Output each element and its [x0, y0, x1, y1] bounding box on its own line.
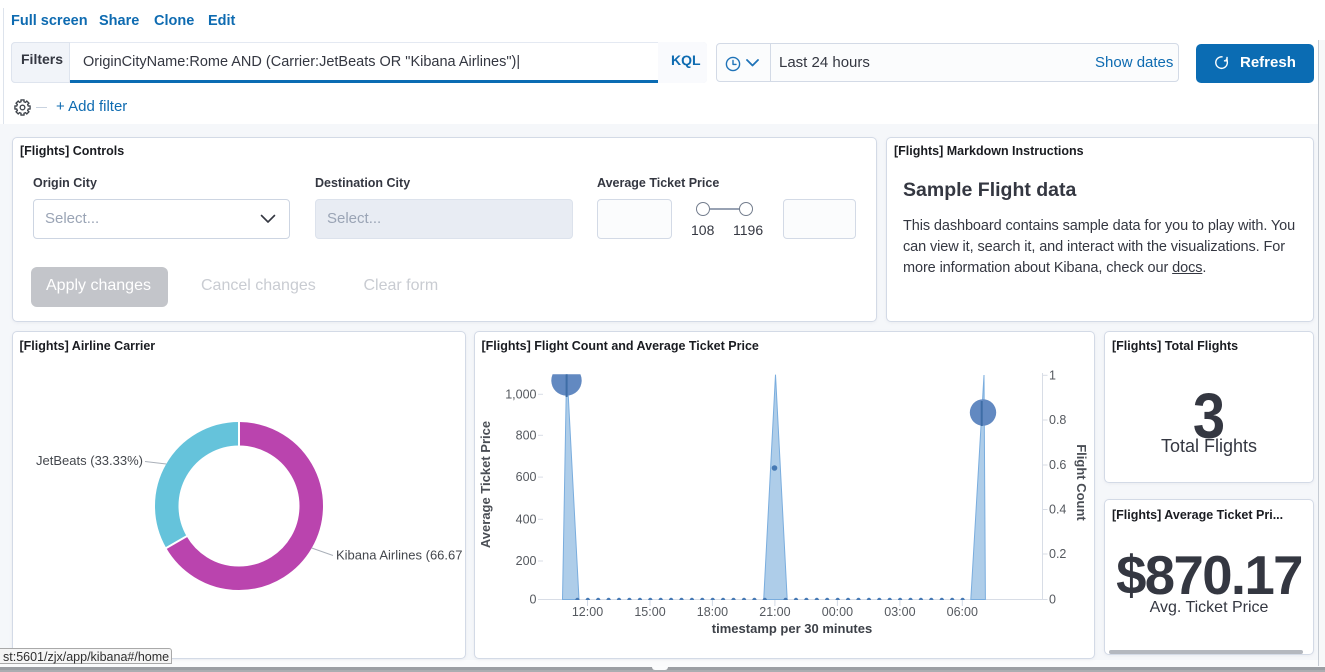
svg-text:0.2: 0.2 — [1049, 547, 1066, 561]
svg-text:600: 600 — [516, 470, 537, 484]
svg-text:Kibana Airlines (66.67: Kibana Airlines (66.67 — [336, 548, 462, 563]
svg-text:timestamp per 30 minutes: timestamp per 30 minutes — [712, 621, 872, 636]
svg-text:Average Ticket Price: Average Ticket Price — [478, 421, 493, 548]
svg-text:400: 400 — [516, 512, 537, 526]
svg-text:12:00: 12:00 — [572, 605, 603, 619]
svg-text:0.6: 0.6 — [1049, 458, 1066, 472]
svg-text:0: 0 — [530, 593, 537, 607]
svg-text:0: 0 — [1049, 593, 1056, 607]
svg-text:00:00: 00:00 — [822, 605, 853, 619]
svg-text:JetBeats (33.33%): JetBeats (33.33%) — [36, 453, 143, 468]
svg-text:1,000: 1,000 — [505, 387, 536, 401]
svg-text:800: 800 — [516, 428, 537, 442]
svg-text:03:00: 03:00 — [884, 605, 915, 619]
svg-text:0.4: 0.4 — [1049, 503, 1066, 517]
svg-text:0.8: 0.8 — [1049, 413, 1066, 427]
svg-text:15:00: 15:00 — [634, 605, 665, 619]
svg-text:Flight Count: Flight Count — [1074, 444, 1089, 521]
svg-text:1: 1 — [1049, 368, 1056, 382]
svg-text:200: 200 — [516, 554, 537, 568]
svg-text:18:00: 18:00 — [697, 605, 728, 619]
svg-text:21:00: 21:00 — [759, 605, 790, 619]
svg-text:06:00: 06:00 — [947, 605, 978, 619]
